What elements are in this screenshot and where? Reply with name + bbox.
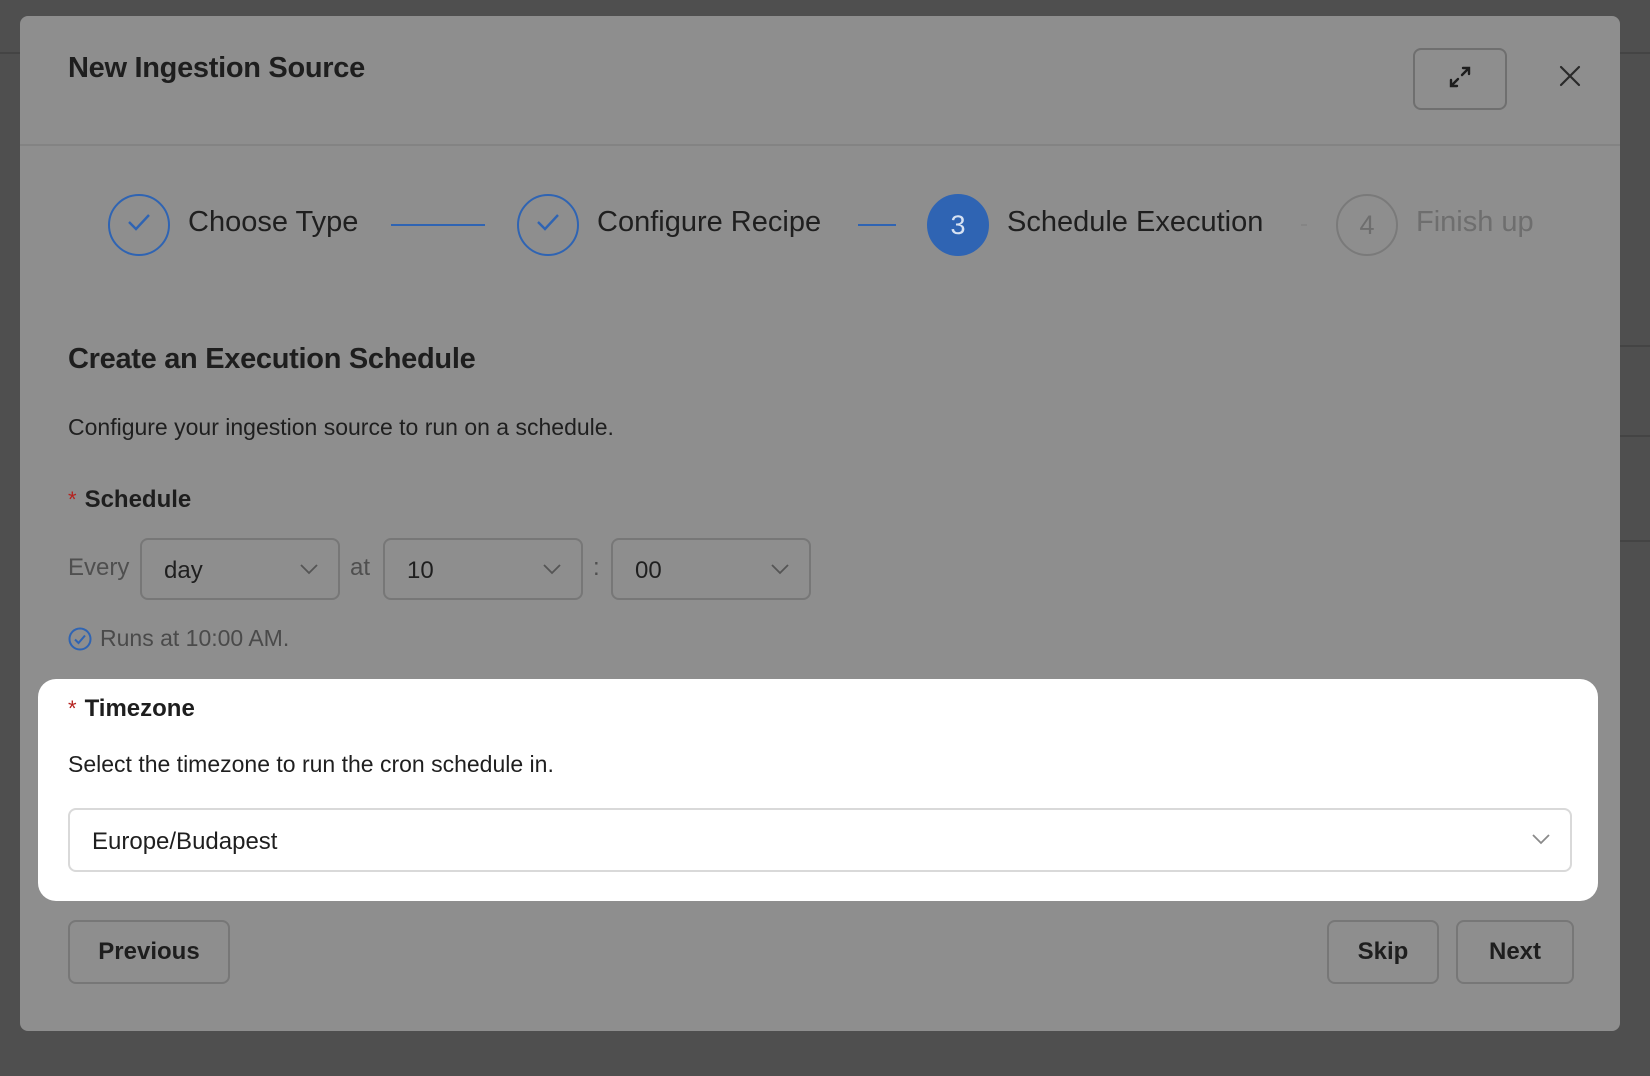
step-2-circle [517,194,579,256]
check-circle-icon [68,627,92,651]
background-divider [1620,540,1650,542]
step-4-circle: 4 [1336,194,1398,256]
minute-value: 00 [635,557,662,584]
steps-progress: Choose Type Configure Recipe 3 Schedule … [20,194,1620,264]
every-text: Every [68,554,130,581]
minute-select[interactable]: 00 [611,538,811,600]
section-title: Create an Execution Schedule [68,343,476,375]
timezone-select[interactable]: Europe/Budapest [68,808,1572,872]
timezone-label: * Timezone [68,695,195,723]
step-2-label[interactable]: Configure Recipe [597,206,821,239]
section-description: Configure your ingestion source to run o… [68,414,614,440]
chevron-down-icon [1532,832,1550,850]
step-connector [858,224,896,226]
chevron-down-icon [543,562,561,580]
step-3-circle: 3 [927,194,989,256]
schedule-hint: Runs at 10:00 AM. [68,625,289,652]
required-mark: * [68,487,77,512]
check-icon [534,210,562,241]
modal-title: New Ingestion Source [68,52,365,84]
background-divider [1620,345,1650,347]
timezone-description: Select the timezone to run the cron sche… [68,751,554,777]
previous-button[interactable]: Previous [68,920,230,984]
check-icon [125,210,153,241]
step-connector [391,224,485,226]
skip-button[interactable]: Skip [1327,920,1439,984]
step-3-label: Schedule Execution [1007,206,1264,238]
background-divider [1620,435,1650,437]
next-button[interactable]: Next [1456,920,1574,984]
step-1-label[interactable]: Choose Type [188,206,358,239]
expand-button[interactable] [1413,48,1507,110]
chevron-down-icon [300,562,318,580]
at-text: at [350,554,371,581]
step-4-label: Finish up [1416,206,1534,238]
step-1-circle [108,194,170,256]
timezone-section: * Timezone Select the timezone to run the… [38,679,1598,901]
expand-arrows-icon [1447,64,1473,95]
timezone-label-text: Timezone [84,695,195,722]
step-connector [1301,224,1307,226]
hour-select[interactable]: 10 [383,538,583,600]
modal-header: New Ingestion Source [20,16,1620,146]
chevron-down-icon [771,562,789,580]
hour-value: 10 [407,557,434,584]
interval-select[interactable]: day [140,538,340,600]
interval-value: day [164,557,203,584]
time-separator: : [593,554,600,581]
schedule-hint-text: Runs at 10:00 AM. [100,625,290,651]
schedule-label-text: Schedule [84,486,192,513]
background-divider [1620,52,1650,54]
close-button[interactable] [1550,58,1590,98]
timezone-value: Europe/Budapest [92,828,278,855]
schedule-label: * Schedule [68,486,191,514]
required-mark: * [68,696,77,721]
background-divider [0,52,20,54]
close-icon [1558,64,1582,93]
